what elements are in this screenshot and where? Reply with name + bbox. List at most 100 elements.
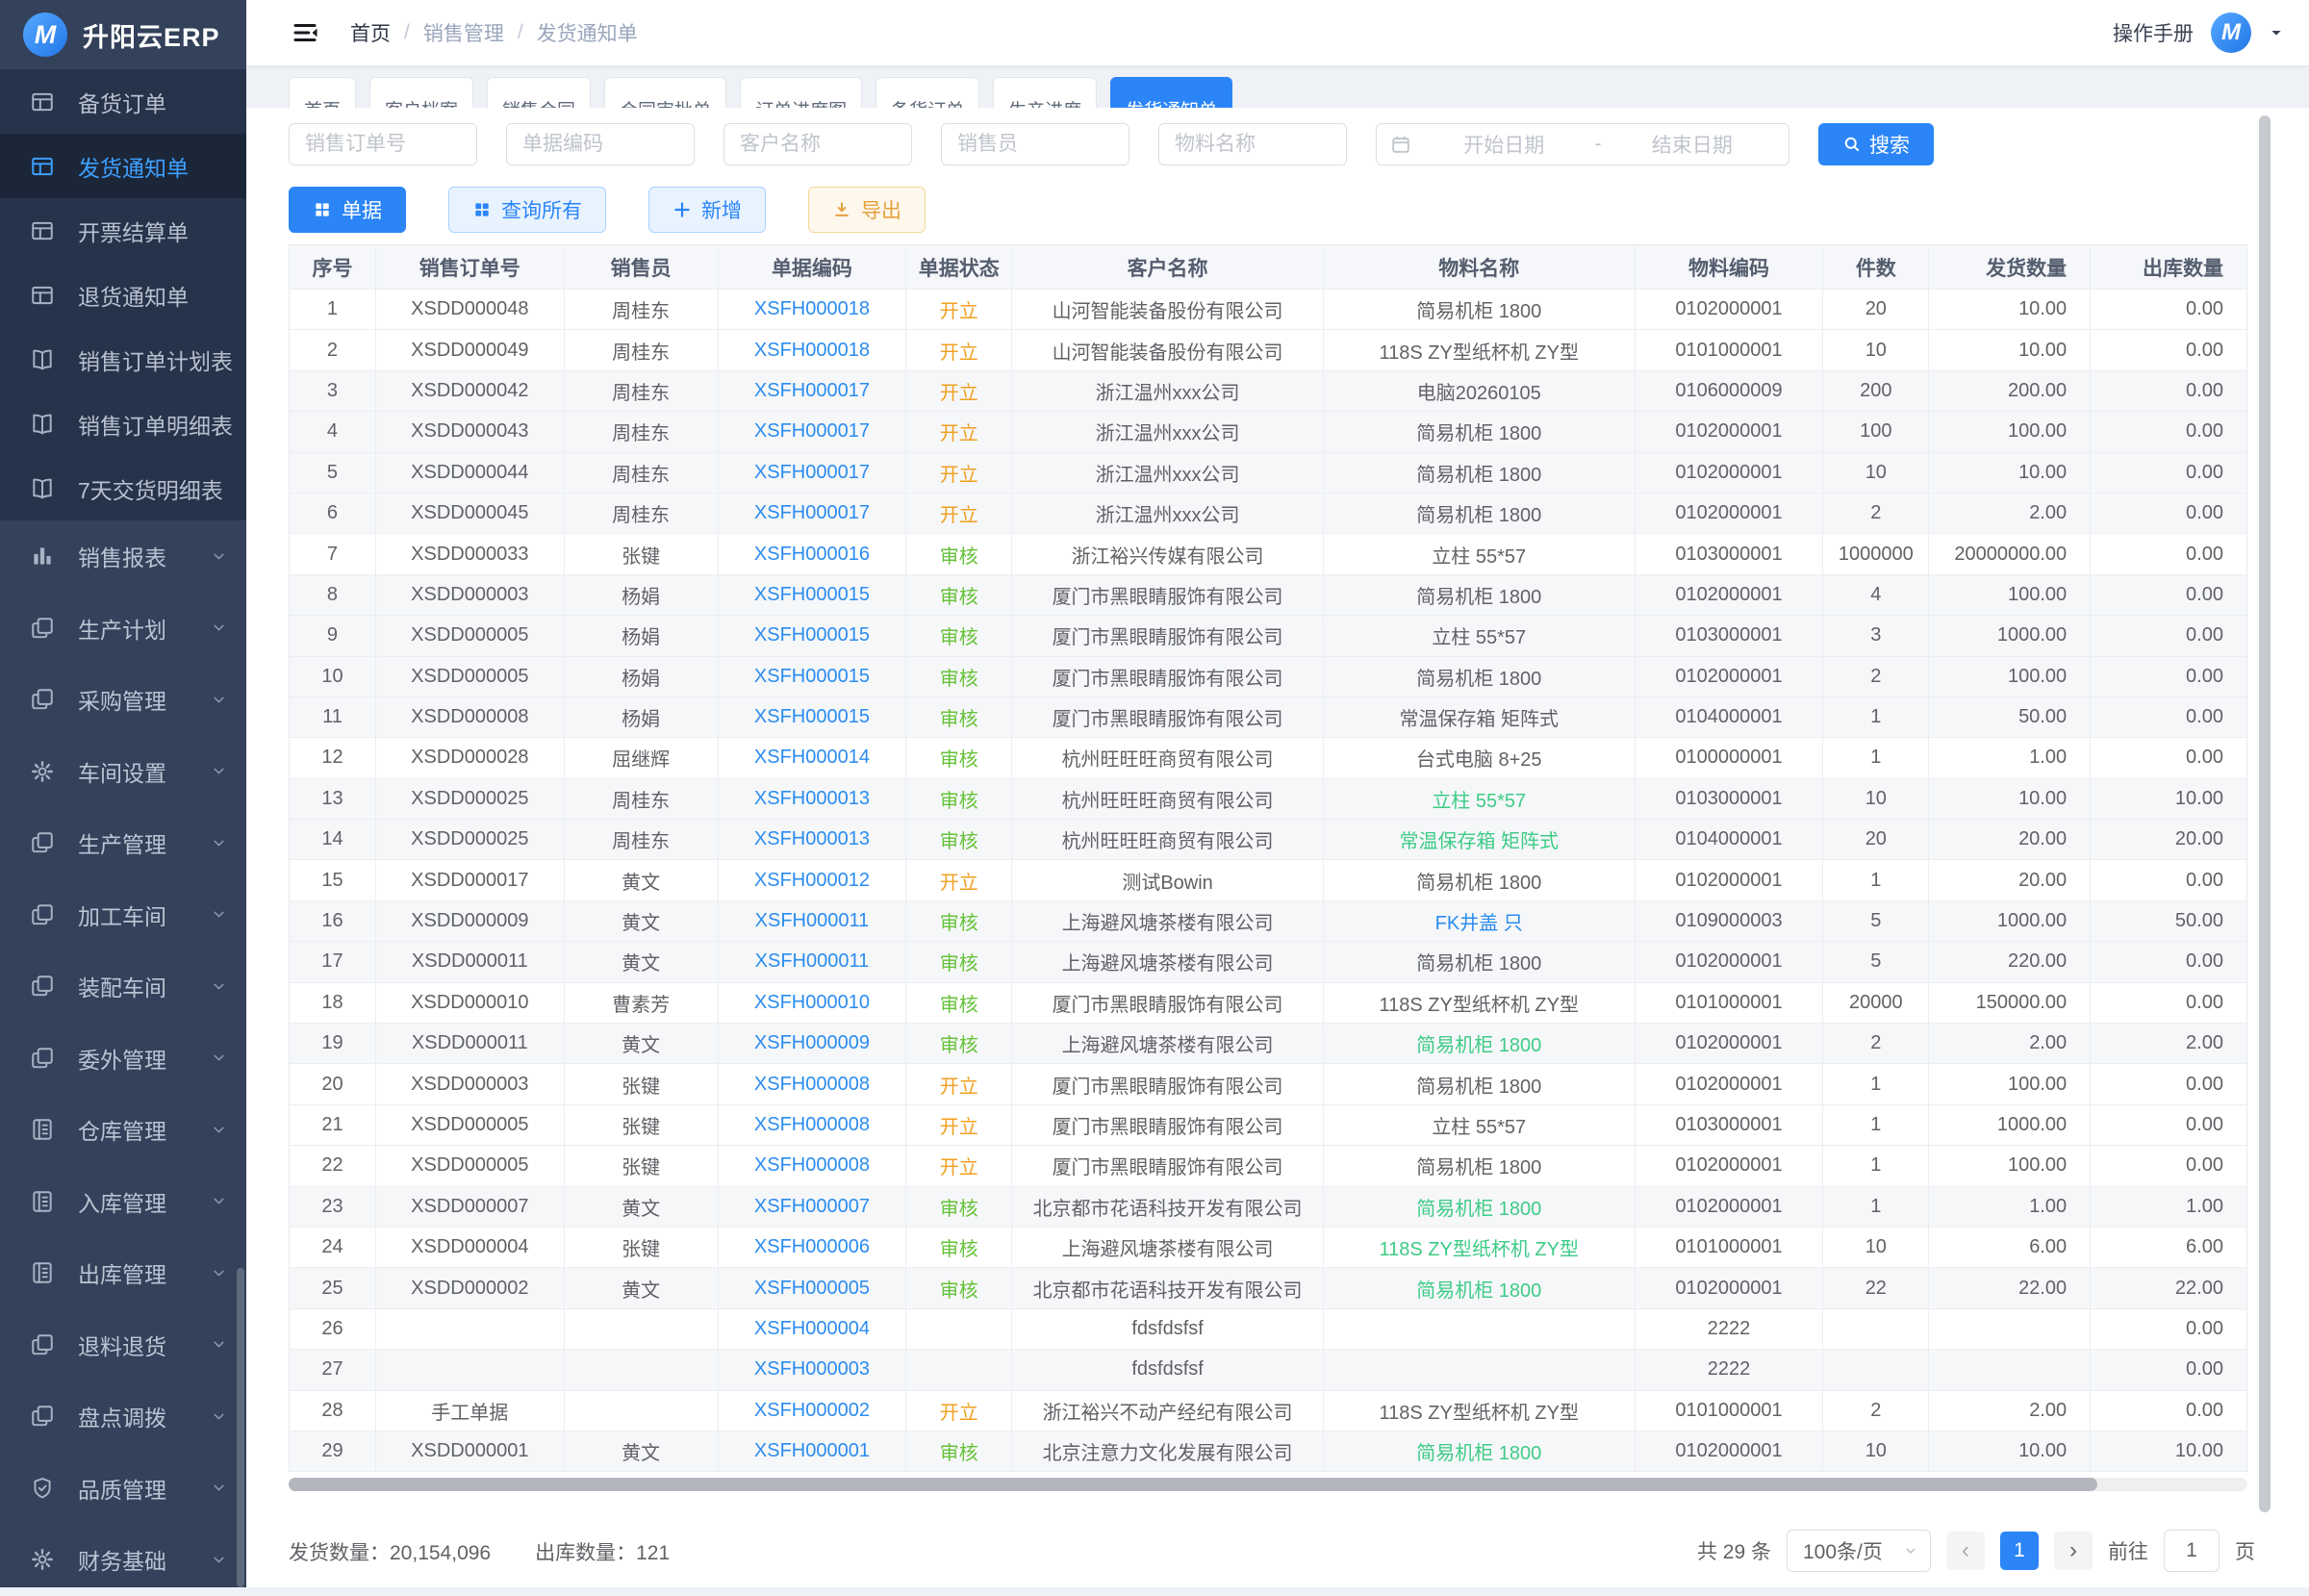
user-menu-caret-icon[interactable] <box>2269 25 2284 40</box>
table-row[interactable]: 7XSDD000033张键XSFH000016审核浙江裕兴传媒有限公司立柱 55… <box>290 534 2246 574</box>
sidebar-group-item[interactable]: 退料退货 <box>0 1309 246 1381</box>
sidebar-group-item[interactable]: 车间设置 <box>0 736 246 808</box>
breadcrumb-home[interactable]: 首页 <box>350 18 391 47</box>
filter-input[interactable] <box>506 123 695 165</box>
doc-number-link[interactable]: XSFH000017 <box>754 462 870 484</box>
table-row[interactable]: 6XSDD000045周桂东XSFH000017开立浙江温州xxx公司简易机柜 … <box>290 494 2246 534</box>
sidebar-group-item[interactable]: 加工车间 <box>0 879 246 951</box>
table-row[interactable]: 4XSDD000043周桂东XSFH000017开立浙江温州xxx公司简易机柜 … <box>290 412 2246 452</box>
docs-view-button[interactable]: 单据 <box>289 187 406 233</box>
doc-number-link[interactable]: XSFH000001 <box>754 1440 870 1462</box>
sidebar-item[interactable]: 7天交货明细表 <box>0 456 246 520</box>
doc-number-link[interactable]: XSFH000016 <box>754 544 870 566</box>
breadcrumb-sales[interactable]: 销售管理 <box>423 18 504 47</box>
collapse-sidebar-icon[interactable] <box>289 16 321 49</box>
table-row[interactable]: 2XSDD000049周桂东XSFH000018开立山河智能装备股份有限公司11… <box>290 330 2246 370</box>
doc-number-link[interactable]: XSFH000013 <box>754 828 870 850</box>
tab-item[interactable]: 销售合同 <box>487 77 591 109</box>
doc-number-link[interactable]: XSFH000011 <box>755 910 870 932</box>
doc-number-link[interactable]: XSFH000018 <box>754 298 870 320</box>
sidebar-item[interactable]: 退货通知单 <box>0 263 246 327</box>
operation-manual-link[interactable]: 操作手册 <box>2113 18 2194 47</box>
tab-item[interactable]: 客户档案 <box>369 77 473 109</box>
doc-number-link[interactable]: XSFH000008 <box>754 1074 870 1096</box>
sidebar-item-active[interactable]: 发货通知单 <box>0 134 246 198</box>
doc-number-link[interactable]: XSFH000012 <box>754 870 870 892</box>
sidebar-group-item[interactable]: 品质管理 <box>0 1453 246 1525</box>
current-page-button[interactable]: 1 <box>2000 1532 2039 1570</box>
doc-number-link[interactable]: XSFH000010 <box>754 992 870 1014</box>
table-row[interactable]: 17XSDD000011黄文XSFH000011审核上海避风塘茶楼有限公司简易机… <box>290 942 2246 982</box>
sidebar-item[interactable]: 销售订单明细表 <box>0 392 246 456</box>
sidebar-group-item[interactable]: 生产计划 <box>0 593 246 665</box>
doc-number-link[interactable]: XSFH000002 <box>754 1400 870 1422</box>
page-size-select[interactable]: 100条/页 <box>1787 1530 1931 1572</box>
doc-number-link[interactable]: XSFH000017 <box>754 502 870 524</box>
add-button[interactable]: 新增 <box>648 187 766 233</box>
filter-input[interactable] <box>1158 123 1347 165</box>
start-date-placeholder[interactable]: 开始日期 <box>1421 130 1587 159</box>
doc-number-link[interactable]: XSFH000003 <box>754 1358 870 1381</box>
sidebar-item[interactable]: 备货订单 <box>0 69 246 134</box>
tab-active[interactable]: 发货通知单 <box>1110 77 1232 109</box>
doc-number-link[interactable]: XSFH000011 <box>755 950 870 973</box>
table-row[interactable]: 15XSDD000017黄文XSFH000012开立测试Bowin简易机柜 18… <box>290 860 2246 900</box>
table-row[interactable]: 8XSDD000003杨娟XSFH000015审核厦门市黑眼睛服饰有限公司简易机… <box>290 575 2246 616</box>
doc-number-link[interactable]: XSFH000004 <box>754 1318 870 1340</box>
tab-item[interactable]: 首页 <box>289 77 356 109</box>
horizontal-scrollbar-thumb[interactable] <box>289 1478 2097 1491</box>
table-row[interactable]: 29XSDD000001黄文XSFH000001审核北京注意力文化发展有限公司简… <box>290 1431 2246 1472</box>
doc-number-link[interactable]: XSFH000017 <box>754 380 870 402</box>
tab-item[interactable]: 生产进度 <box>993 77 1097 109</box>
table-row[interactable]: 10XSDD000005杨娟XSFH000015审核厦门市黑眼睛服饰有限公司简易… <box>290 657 2246 697</box>
table-row[interactable]: 20XSDD000003张键XSFH000008开立厦门市黑眼睛服饰有限公司简易… <box>290 1064 2246 1104</box>
vertical-scrollbar-thumb[interactable] <box>2259 115 2271 1512</box>
filter-input[interactable] <box>941 123 1129 165</box>
table-row[interactable]: 23XSDD000007黄文XSFH000007审核北京都市花语科技开发有限公司… <box>290 1187 2246 1228</box>
doc-number-link[interactable]: XSFH000005 <box>754 1278 870 1300</box>
doc-number-link[interactable]: XSFH000017 <box>754 420 870 443</box>
user-avatar[interactable]: M <box>2211 13 2251 53</box>
table-row[interactable]: 1XSDD000048周桂东XSFH000018开立山河智能装备股份有限公司简易… <box>290 290 2246 330</box>
doc-number-link[interactable]: XSFH000008 <box>754 1154 870 1177</box>
table-row[interactable]: 24XSDD000004张键XSFH000006审核上海避风塘茶楼有限公司118… <box>290 1228 2246 1268</box>
next-page-button[interactable]: › <box>2054 1532 2093 1570</box>
doc-number-link[interactable]: XSFH000008 <box>754 1114 870 1136</box>
table-row[interactable]: 18XSDD000010曹素芳XSFH000010审核厦门市黑眼睛服饰有限公司1… <box>290 983 2246 1024</box>
sidebar-group-item[interactable]: 出库管理 <box>0 1237 246 1309</box>
doc-number-link[interactable]: XSFH000018 <box>754 340 870 362</box>
sidebar-group-item[interactable]: 财务基础 <box>0 1524 246 1596</box>
table-row[interactable]: 5XSDD000044周桂东XSFH000017开立浙江温州xxx公司简易机柜 … <box>290 453 2246 494</box>
table-row[interactable]: 12XSDD000028屈继辉XSFH000014审核杭州旺旺旺商贸有限公司台式… <box>290 738 2246 778</box>
filter-input[interactable] <box>289 123 477 165</box>
tab-item[interactable]: 订单进度图 <box>740 77 862 109</box>
table-row[interactable]: 27XSFH000003fdsfdsfsf22220.00 <box>290 1350 2246 1390</box>
tab-item[interactable]: 合同审批单 <box>604 77 726 109</box>
table-row[interactable]: 11XSDD000008杨娟XSFH000015审核厦门市黑眼睛服饰有限公司常温… <box>290 697 2246 738</box>
end-date-placeholder[interactable]: 结束日期 <box>1610 130 1776 159</box>
table-row[interactable]: 16XSDD000009黄文XSFH000011审核上海避风塘茶楼有限公司FK井… <box>290 901 2246 942</box>
table-row[interactable]: 28手工单据XSFH000002开立浙江裕兴不动产经纪有限公司118S ZY型纸… <box>290 1391 2246 1431</box>
sidebar-scrollbar[interactable] <box>237 1268 244 1587</box>
table-row[interactable]: 14XSDD000025周桂东XSFH000013审核杭州旺旺旺商贸有限公司常温… <box>290 820 2246 860</box>
table-row[interactable]: 26XSFH000004fdsfdsfsf22220.00 <box>290 1309 2246 1350</box>
doc-number-link[interactable]: XSFH000006 <box>754 1236 870 1258</box>
sidebar-group-item[interactable]: 委外管理 <box>0 1023 246 1095</box>
doc-number-link[interactable]: XSFH000015 <box>754 706 870 728</box>
sidebar-group-item[interactable]: 仓库管理 <box>0 1094 246 1166</box>
table-row[interactable]: 3XSDD000042周桂东XSFH000017开立浙江温州xxx公司电脑202… <box>290 371 2246 412</box>
prev-page-button[interactable]: ‹ <box>1946 1532 1985 1570</box>
sidebar-group-item[interactable]: 采购管理 <box>0 664 246 736</box>
doc-number-link[interactable]: XSFH000007 <box>754 1196 870 1218</box>
sidebar-group-item[interactable]: 入库管理 <box>0 1166 246 1238</box>
sidebar-group-item[interactable]: 盘点调拨 <box>0 1381 246 1453</box>
sidebar-item[interactable]: 开票结算单 <box>0 198 246 263</box>
doc-number-link[interactable]: XSFH000009 <box>754 1032 870 1054</box>
doc-number-link[interactable]: XSFH000015 <box>754 584 870 606</box>
sidebar-group-item[interactable]: 销售报表 <box>0 520 246 593</box>
doc-number-link[interactable]: XSFH000013 <box>754 788 870 810</box>
table-row[interactable]: 21XSDD000005张键XSFH000008开立厦门市黑眼睛服饰有限公司立柱… <box>290 1105 2246 1146</box>
search-button[interactable]: 搜索 <box>1818 123 1934 165</box>
table-row[interactable]: 25XSDD000002黄文XSFH000005审核北京都市花语科技开发有限公司… <box>290 1268 2246 1308</box>
export-button[interactable]: 导出 <box>808 187 926 233</box>
